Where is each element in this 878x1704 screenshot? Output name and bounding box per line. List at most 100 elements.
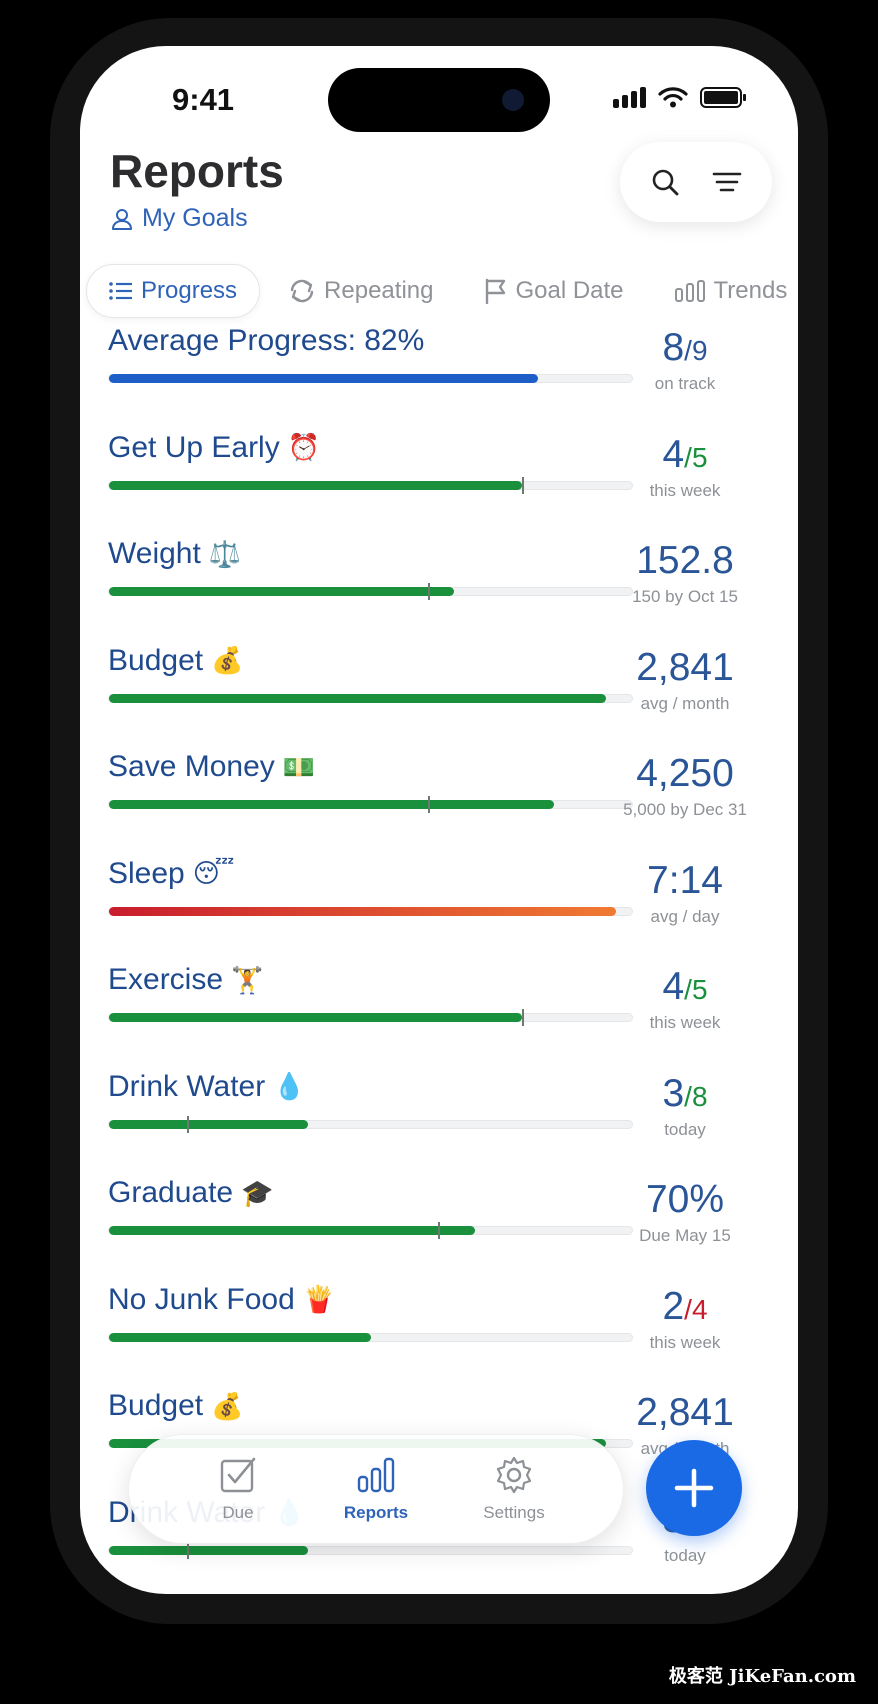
header-actions: [620, 142, 772, 222]
progress-track: [108, 1009, 633, 1026]
target-marker: [187, 1115, 190, 1133]
progress-track: [108, 796, 633, 813]
wifi-icon: [658, 87, 688, 108]
progress-fill: [109, 374, 538, 383]
progress-fill: [109, 587, 455, 596]
goal-emoji-icon: ⏰: [287, 432, 321, 462]
goal-row[interactable]: Graduate 🎓 70% Due May 15: [80, 1164, 798, 1271]
progress-fill: [109, 906, 617, 916]
tab-goal-date-label: Goal Date: [515, 277, 624, 304]
goal-value-number: 70%: [645, 1178, 725, 1221]
goal-name: Weight ⚖️: [108, 537, 241, 571]
goal-name-text: No Junk Food: [108, 1282, 295, 1316]
goal-row[interactable]: Get Up Early ⏰ 4/5 this week: [80, 419, 798, 526]
goal-name-text: Average Progress: 82%: [108, 324, 425, 357]
gear-icon: [496, 1456, 532, 1494]
goal-emoji-icon: 💵: [282, 751, 316, 782]
goal-emoji-icon: 💰: [211, 1390, 244, 1421]
filter-button[interactable]: [707, 162, 747, 202]
goal-caption: on track: [654, 374, 716, 393]
progress-track: [108, 374, 633, 383]
goal-row[interactable]: Drink Water💧 3/8 today: [80, 1058, 798, 1165]
goal-value-number: 2: [662, 1284, 685, 1328]
progress-fill: [109, 800, 554, 809]
tabbar-item-reports[interactable]: Reports: [321, 1455, 431, 1523]
goal-value: 4/5: [600, 433, 770, 477]
progress-track: [108, 1222, 633, 1239]
goal-name: Budget 💰: [108, 1389, 243, 1423]
progress-fill: [109, 1226, 476, 1235]
goal-name-text: Drink Water: [108, 1069, 266, 1103]
goal-row[interactable]: Budget💰 2,841 avg / month: [80, 632, 798, 739]
goal-name-text: Save Money: [108, 750, 275, 783]
bar-chart-icon: [674, 280, 705, 302]
goal-value-denominator: /8: [684, 1080, 708, 1112]
goal-name: Exercise 🏋️: [108, 963, 263, 997]
checkbox-icon: [220, 1457, 256, 1493]
add-goal-button[interactable]: [646, 1440, 742, 1536]
goal-emoji-icon: 💧: [273, 1071, 306, 1101]
plus-icon: [674, 1468, 714, 1508]
goal-value-number: 7:14: [647, 858, 723, 902]
goal-name-text: Budget: [108, 1389, 204, 1422]
goal-value: 2,841: [600, 646, 770, 690]
progress-track: [108, 906, 633, 916]
goal-value-number: 2,841: [636, 1391, 734, 1434]
goal-row[interactable]: Weight ⚖️ 152.8 150 by Oct 15: [80, 525, 798, 632]
target-marker: [428, 796, 431, 813]
bar-chart-icon: [357, 1457, 395, 1493]
goal-name-text: Exercise: [108, 963, 224, 996]
goal-value-denominator: /4: [684, 1293, 708, 1325]
progress-fill: [109, 693, 606, 703]
battery-icon: [700, 86, 746, 108]
goal-row[interactable]: Exercise 🏋️ 4/5 this week: [80, 951, 798, 1058]
bottom-tab-bar: Due Reports Settings: [128, 1434, 624, 1544]
goal-row[interactable]: Sleep 😴 7:14 avg / day: [80, 845, 798, 952]
tabbar-item-settings[interactable]: Settings: [459, 1455, 569, 1523]
goals-selector[interactable]: My Goals: [110, 204, 248, 233]
target-marker: [522, 1009, 525, 1026]
tab-trends-label: Trends: [713, 277, 788, 304]
tab-progress[interactable]: Progress: [86, 264, 261, 318]
goal-emoji-icon: 💰: [211, 645, 244, 675]
goal-caption: 5,000 by Dec 31: [623, 800, 747, 819]
page-title: Reports: [110, 145, 284, 197]
goal-value-number: 8: [662, 326, 685, 369]
goal-name-text: Get Up Early: [108, 430, 280, 464]
tabbar-reports-label: Reports: [343, 1503, 409, 1522]
tab-trends[interactable]: Trends: [652, 264, 798, 318]
tab-goal-date[interactable]: Goal Date: [461, 264, 645, 318]
goal-row[interactable]: Average Progress: 82% 8/9 on track: [80, 312, 798, 419]
target-marker: [522, 476, 525, 494]
goal-value-denominator: /5: [684, 441, 708, 473]
progress-track: [108, 1541, 633, 1559]
goal-caption: 150 by Oct 15: [632, 587, 738, 606]
goal-row[interactable]: Save Money 💵 4,250 5,000 by Dec 31: [80, 738, 798, 845]
goal-value: 4/5: [600, 965, 770, 1009]
progress-fill: [109, 1545, 308, 1555]
goal-value-denominator: /5: [684, 974, 708, 1005]
target-marker: [428, 583, 431, 600]
goal-name: Budget 💰: [108, 644, 243, 678]
goal-value: 8/9: [600, 326, 770, 370]
goal-name-text: Budget: [108, 643, 204, 677]
goal-value: 152.8: [600, 539, 770, 583]
goal-name-text: Graduate: [108, 1176, 234, 1209]
goal-caption: this week: [649, 1013, 721, 1032]
tabbar-item-due[interactable]: Due: [183, 1455, 293, 1523]
tab-repeating[interactable]: Repeating: [266, 264, 455, 318]
status-time: 9:41: [172, 82, 235, 117]
search-button[interactable]: [645, 162, 685, 202]
goal-name: No Junk Food 🍟: [108, 1283, 335, 1317]
goal-caption: this week: [649, 480, 721, 500]
progress-fill: [109, 1119, 308, 1129]
goal-name: Drink Water💧: [108, 1070, 306, 1104]
goal-caption: avg / month: [640, 693, 730, 713]
goal-row[interactable]: No Junk Food 🍟 2/4 this week: [80, 1271, 798, 1378]
goal-emoji-icon: 🏋️: [231, 964, 264, 995]
goal-emoji-icon: 😴: [192, 858, 235, 888]
tabbar-settings-label: Settings: [483, 1503, 545, 1522]
goal-caption: today: [664, 1119, 706, 1139]
tabbar-due-label: Due: [222, 1503, 254, 1522]
goal-value-number: 2,841: [636, 645, 734, 689]
